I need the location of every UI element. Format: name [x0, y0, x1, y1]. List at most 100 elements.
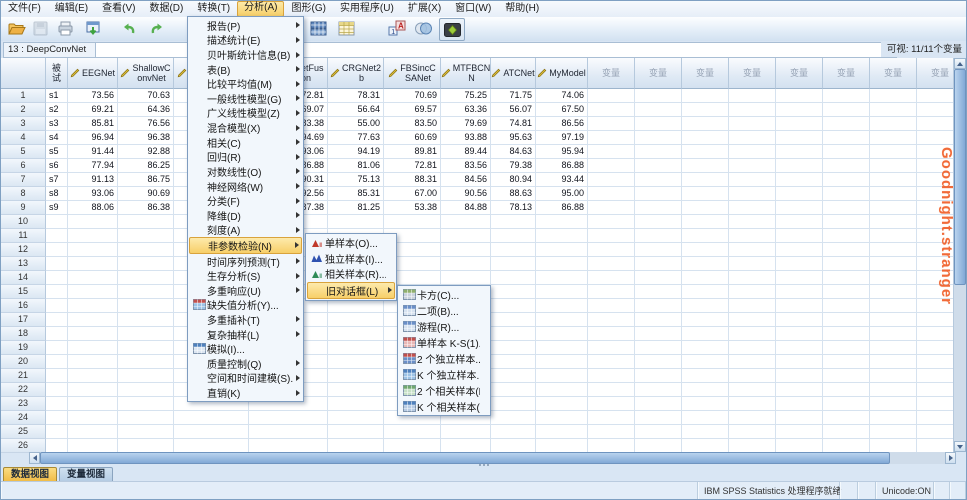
cell[interactable] — [917, 411, 956, 425]
cell[interactable] — [68, 397, 118, 411]
cell[interactable] — [46, 369, 68, 383]
cell[interactable] — [682, 341, 729, 355]
cell[interactable] — [491, 383, 536, 397]
cell[interactable] — [729, 285, 776, 299]
legacy-item-3[interactable]: 游程(R)... — [399, 319, 489, 335]
save-icon[interactable] — [29, 18, 53, 39]
cell[interactable] — [729, 299, 776, 313]
insert-variable-icon[interactable] — [335, 18, 359, 39]
cell[interactable] — [491, 341, 536, 355]
row-header-7[interactable]: 7 — [1, 173, 46, 187]
cell[interactable] — [491, 313, 536, 327]
cell[interactable] — [118, 299, 174, 313]
cell[interactable]: s7 — [46, 173, 68, 187]
cell[interactable] — [870, 327, 917, 341]
cell[interactable] — [46, 271, 68, 285]
cell[interactable] — [249, 411, 328, 425]
cell[interactable]: 75.13 — [328, 173, 384, 187]
cell[interactable] — [249, 425, 328, 439]
cell[interactable] — [776, 411, 823, 425]
cell[interactable]: 79.38 — [491, 159, 536, 173]
cell[interactable] — [870, 117, 917, 131]
cell[interactable] — [729, 425, 776, 439]
cell[interactable] — [823, 173, 870, 187]
cell[interactable] — [870, 187, 917, 201]
cell[interactable]: 53.38 — [384, 201, 441, 215]
cell[interactable] — [441, 439, 491, 453]
cell[interactable] — [729, 117, 776, 131]
cell[interactable] — [776, 117, 823, 131]
legacy-item-2[interactable]: 二项(B)... — [399, 303, 489, 319]
cell[interactable] — [328, 383, 384, 397]
column-header-var7[interactable]: 变量 — [870, 58, 917, 89]
cell[interactable] — [729, 355, 776, 369]
cell[interactable] — [870, 229, 917, 243]
cell[interactable] — [729, 131, 776, 145]
cell[interactable] — [823, 117, 870, 131]
cell[interactable] — [118, 313, 174, 327]
cell[interactable] — [682, 243, 729, 257]
cell[interactable] — [588, 271, 635, 285]
cell[interactable]: 91.44 — [68, 145, 118, 159]
cell[interactable]: 83.50 — [384, 117, 441, 131]
row-header-17[interactable]: 17 — [1, 313, 46, 327]
column-header-ATCNet[interactable]: ATCNet — [491, 58, 536, 89]
legacy-item-4[interactable]: 单样本 K-S(1)... — [399, 335, 489, 351]
open-data-icon[interactable] — [5, 18, 29, 39]
cell[interactable] — [823, 439, 870, 453]
row-header-19[interactable]: 19 — [1, 341, 46, 355]
cell[interactable] — [729, 397, 776, 411]
scroll-down-icon[interactable] — [954, 441, 966, 452]
cell[interactable] — [588, 103, 635, 117]
cell[interactable]: 64.36 — [118, 103, 174, 117]
column-header-ShallowConvNet[interactable]: ShallowC onvNet — [118, 58, 174, 89]
cell[interactable] — [682, 89, 729, 103]
cell[interactable] — [870, 159, 917, 173]
cell[interactable] — [118, 271, 174, 285]
menubar-item-3[interactable]: 查看(V) — [95, 1, 142, 17]
cell[interactable] — [823, 243, 870, 257]
undo-icon[interactable] — [117, 18, 141, 39]
analyze-item-23[interactable]: 模拟(I)... — [189, 341, 302, 356]
cell[interactable] — [823, 257, 870, 271]
redo-icon[interactable] — [145, 18, 169, 39]
cell[interactable]: 72.81 — [384, 159, 441, 173]
cell[interactable] — [118, 243, 174, 257]
cell[interactable] — [118, 397, 174, 411]
cell[interactable]: 71.75 — [491, 89, 536, 103]
cell[interactable]: s3 — [46, 117, 68, 131]
cell[interactable]: 74.06 — [536, 89, 588, 103]
cell[interactable] — [68, 341, 118, 355]
scroll-left-icon[interactable] — [29, 452, 40, 464]
cell[interactable] — [588, 173, 635, 187]
column-header-EEGNet[interactable]: EEGNet — [68, 58, 118, 89]
cell[interactable] — [536, 439, 588, 453]
cell[interactable] — [46, 397, 68, 411]
cell[interactable] — [776, 327, 823, 341]
cell[interactable] — [870, 285, 917, 299]
cell[interactable] — [870, 439, 917, 453]
cell[interactable]: 74.81 — [491, 117, 536, 131]
cell[interactable] — [118, 411, 174, 425]
row-header-11[interactable]: 11 — [1, 229, 46, 243]
cell[interactable] — [491, 243, 536, 257]
column-header-CRGNet2b[interactable]: CRGNet2 b — [328, 58, 384, 89]
cell[interactable] — [249, 439, 328, 453]
cell[interactable] — [46, 243, 68, 257]
cell[interactable] — [441, 271, 491, 285]
column-header-FBSincCSANet[interactable]: FBSincC SANet — [384, 58, 441, 89]
cell[interactable] — [729, 411, 776, 425]
row-header-4[interactable]: 4 — [1, 131, 46, 145]
cell[interactable]: 84.56 — [441, 173, 491, 187]
cell[interactable] — [68, 369, 118, 383]
analyze-item-14[interactable]: 降维(D) — [189, 208, 302, 223]
vertical-scroll-thumb[interactable] — [954, 69, 966, 285]
cell[interactable] — [776, 145, 823, 159]
use-variable-sets-icon[interactable] — [411, 18, 435, 39]
row-header-24[interactable]: 24 — [1, 411, 46, 425]
cell[interactable] — [776, 131, 823, 145]
cell[interactable] — [46, 341, 68, 355]
cell[interactable] — [682, 299, 729, 313]
cell[interactable] — [682, 201, 729, 215]
cell[interactable] — [823, 271, 870, 285]
